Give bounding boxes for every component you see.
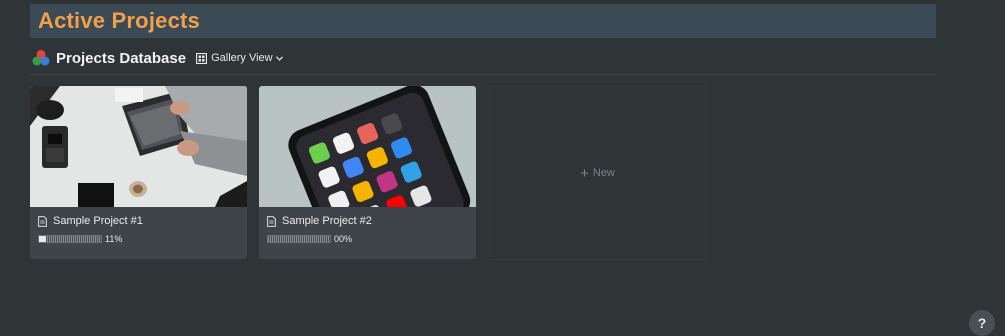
page-header: Active Projects bbox=[30, 4, 936, 38]
desk-laptop-photo bbox=[30, 86, 247, 207]
progress-indicator: 00% bbox=[267, 234, 468, 244]
database-title[interactable]: Projects Database bbox=[56, 50, 186, 67]
progress-text: 11% bbox=[105, 234, 123, 244]
chevron-down-icon bbox=[275, 55, 283, 61]
progress-indicator: 11% bbox=[38, 234, 239, 244]
help-label: ? bbox=[977, 315, 987, 331]
page-icon bbox=[38, 215, 47, 227]
colored-balls-icon[interactable] bbox=[32, 49, 50, 67]
progress-bar bbox=[267, 235, 331, 243]
page-icon bbox=[267, 215, 276, 227]
card-title: Sample Project #1 bbox=[53, 215, 143, 227]
progress-text: 00% bbox=[334, 234, 353, 244]
help-button[interactable]: ? bbox=[969, 310, 995, 336]
page-title[interactable]: Active Projects bbox=[38, 8, 200, 34]
card-cover-image bbox=[259, 86, 476, 207]
smartphone-home-screen-photo bbox=[259, 86, 476, 207]
progress-fill bbox=[39, 236, 46, 242]
divider bbox=[30, 74, 936, 75]
card-title: Sample Project #2 bbox=[282, 215, 372, 227]
gallery-grid-icon bbox=[196, 52, 208, 64]
gallery-card[interactable]: Sample Project #2 00% bbox=[259, 86, 476, 259]
gallery-card[interactable]: Sample Project #1 11% bbox=[30, 86, 247, 259]
plus-icon: + bbox=[580, 164, 589, 182]
card-cover-image bbox=[30, 86, 247, 207]
database-header: Projects Database Gallery View bbox=[32, 46, 287, 70]
progress-bar bbox=[38, 235, 102, 243]
view-label: Gallery View bbox=[211, 52, 273, 64]
new-card-button[interactable]: + New bbox=[489, 86, 706, 260]
gallery-view-selector[interactable]: Gallery View bbox=[196, 52, 287, 64]
new-card-label: New bbox=[592, 167, 615, 179]
